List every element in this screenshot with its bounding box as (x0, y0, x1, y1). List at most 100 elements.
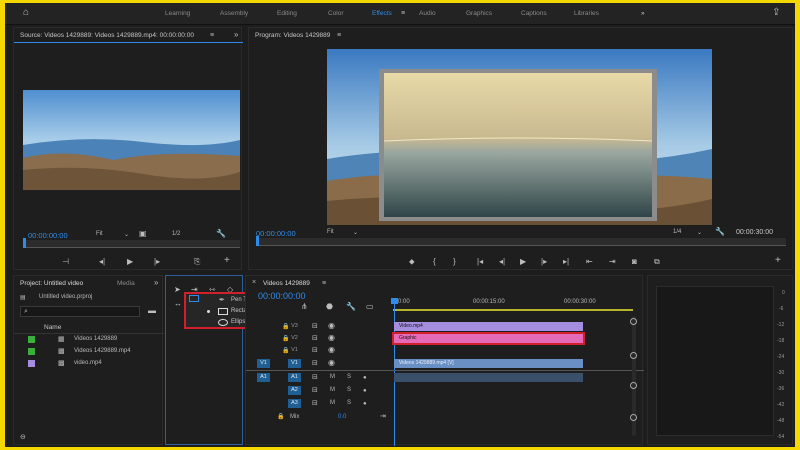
program-fit-chevron-icon[interactable]: ⌄ (353, 229, 358, 237)
settings-square-icon[interactable]: ▣ (139, 230, 147, 238)
ws-editing[interactable]: Editing (277, 10, 297, 17)
timeline-wrench-icon[interactable]: 🔧 (346, 303, 356, 311)
program-scrubber[interactable] (256, 238, 786, 246)
program-zoom-select[interactable]: 1/4 (673, 229, 681, 235)
step-back-icon[interactable]: ◂| (99, 258, 105, 266)
source-title[interactable]: Source: Videos 1429889: Videos 1429889.m… (20, 32, 194, 39)
project-item[interactable]: ▩ video.mp4 (14, 358, 164, 369)
home-icon[interactable]: ⌂ (23, 8, 29, 18)
panel-menu-icon[interactable]: ≡ (210, 32, 214, 40)
track-label[interactable]: A3 (288, 399, 301, 408)
ws-audio[interactable]: Audio (419, 10, 436, 17)
go-to-in-icon[interactable]: |◂ (477, 258, 483, 266)
source-patch-v1[interactable]: V1 (257, 359, 270, 368)
mix-end-icon[interactable]: ⇥ (380, 413, 386, 421)
solo-button[interactable]: S (347, 374, 351, 380)
play-icon[interactable]: ▶ (520, 258, 526, 266)
media-tab[interactable]: Media (117, 280, 135, 287)
ws-libraries[interactable]: Libraries (574, 10, 599, 17)
program-zoom-chevron-icon[interactable]: ⌄ (697, 229, 702, 237)
source-fit-select[interactable]: Fit (96, 231, 103, 237)
timeline-tab[interactable]: Videos 1429889 (263, 280, 310, 287)
source-scrubber[interactable] (23, 240, 240, 248)
play-icon[interactable]: ▶ (127, 258, 133, 266)
track-label[interactable]: A1 (288, 373, 301, 382)
eye-icon[interactable]: ◉ (328, 346, 335, 354)
lock-icon[interactable]: ⊖ (20, 434, 26, 442)
marker-icon[interactable]: ⬥ (409, 258, 415, 266)
sync-lock-icon[interactable]: ⊟ (312, 347, 318, 355)
track-label[interactable]: V1 (288, 346, 301, 355)
solo-button[interactable]: S (347, 387, 351, 393)
ws-more[interactable]: » (641, 10, 645, 17)
slip-tool-icon[interactable]: ↔ (174, 300, 182, 308)
step-forward-icon[interactable]: |▸ (154, 258, 160, 266)
project-tab[interactable]: Project: Untitled video (20, 280, 83, 287)
source-zoom-select[interactable]: 1/2 (172, 231, 180, 237)
eye-icon[interactable]: ◉ (328, 334, 335, 342)
scroll-handle-mid[interactable] (630, 352, 637, 359)
mark-in-bracket-icon[interactable]: { (433, 258, 436, 266)
mix-value[interactable]: 0.0 (338, 414, 346, 420)
program-title[interactable]: Program: Videos 1429889 (255, 32, 330, 39)
clip-video-mp4[interactable]: Video.mp4 (394, 322, 583, 331)
project-item[interactable]: ▦ Videos 1429889 (14, 334, 164, 345)
snap-icon[interactable]: ⋔ (301, 303, 308, 311)
sync-lock-icon[interactable]: ⊟ (312, 335, 318, 343)
ws-graphics[interactable]: Graphics (466, 10, 492, 17)
mic-icon[interactable]: ● (363, 387, 367, 395)
column-name-header[interactable]: Name (44, 324, 61, 331)
ws-color[interactable]: Color (328, 10, 344, 17)
insert-icon[interactable]: ⎘ (194, 258, 200, 266)
wrench-icon[interactable]: 🔧 (216, 230, 226, 238)
lock-track-icon[interactable]: 🔒 (282, 323, 289, 331)
ws-assembly[interactable]: Assembly (220, 10, 248, 17)
sync-lock-icon[interactable]: ⊟ (312, 374, 318, 382)
work-area-bar[interactable] (393, 309, 633, 311)
track-target-v1[interactable]: V1 (288, 359, 301, 368)
go-to-out-icon[interactable]: ▸| (563, 258, 569, 266)
mark-in-icon[interactable]: ⊣ (62, 258, 69, 266)
linked-icon[interactable]: ⬣ (326, 303, 333, 311)
program-playhead[interactable] (256, 236, 259, 246)
mute-button[interactable]: M (330, 400, 335, 406)
track-label[interactable]: V3 (288, 322, 301, 331)
source-timecode[interactable]: 00:00:00:00 (28, 231, 68, 240)
project-item[interactable]: ▩ Videos 1429889.mp4 (14, 346, 164, 357)
sync-lock-icon[interactable]: ⊟ (312, 360, 318, 368)
export-frame-icon[interactable]: ◙ (632, 258, 637, 266)
solo-button[interactable]: S (347, 400, 351, 406)
track-label[interactable]: V2 (288, 334, 301, 343)
eye-icon[interactable]: ◉ (328, 359, 335, 367)
program-timecode[interactable]: 00:00:00:00 (256, 229, 296, 238)
scroll-handle-top[interactable] (630, 318, 637, 325)
ws-captions[interactable]: Captions (521, 10, 547, 17)
panel-expand-icon[interactable]: » (234, 31, 238, 39)
add-button-icon[interactable]: + (775, 256, 781, 266)
lock-track-icon[interactable]: 🔒 (282, 347, 289, 355)
current-tool-rectangle-icon[interactable] (189, 295, 199, 302)
compare-icon[interactable]: ⧉ (654, 258, 660, 266)
extract-icon[interactable]: ⇥ (609, 258, 616, 266)
selection-tool-icon[interactable]: ➤ (174, 286, 181, 294)
sync-lock-icon[interactable]: ⊟ (312, 387, 318, 395)
timeline-timecode[interactable]: 00:00:00:00 (258, 291, 306, 301)
clip-graphic[interactable]: Graphic (392, 332, 585, 345)
sync-lock-icon[interactable]: ⊟ (312, 323, 318, 331)
mark-out-bracket-icon[interactable]: } (453, 258, 456, 266)
program-menu-icon[interactable]: ≡ (337, 32, 341, 40)
audio-clip[interactable] (394, 373, 583, 382)
step-back-icon[interactable]: ◂| (499, 258, 505, 266)
lock-track-icon[interactable]: 🔒 (282, 335, 289, 343)
scroll-handle-low[interactable] (630, 382, 637, 389)
eye-icon[interactable]: ◉ (328, 322, 335, 330)
panel-expand-icon[interactable]: » (154, 279, 158, 287)
share-icon[interactable]: ⇪ (772, 8, 780, 18)
scroll-handle-bottom[interactable] (630, 414, 637, 421)
source-playhead[interactable] (23, 238, 26, 248)
ws-effects-menu-icon[interactable]: ≡ (401, 10, 405, 18)
search-input[interactable] (20, 306, 140, 317)
close-icon[interactable]: × (252, 279, 256, 287)
mute-button[interactable]: M (330, 387, 335, 393)
track-label[interactable]: A2 (288, 386, 301, 395)
